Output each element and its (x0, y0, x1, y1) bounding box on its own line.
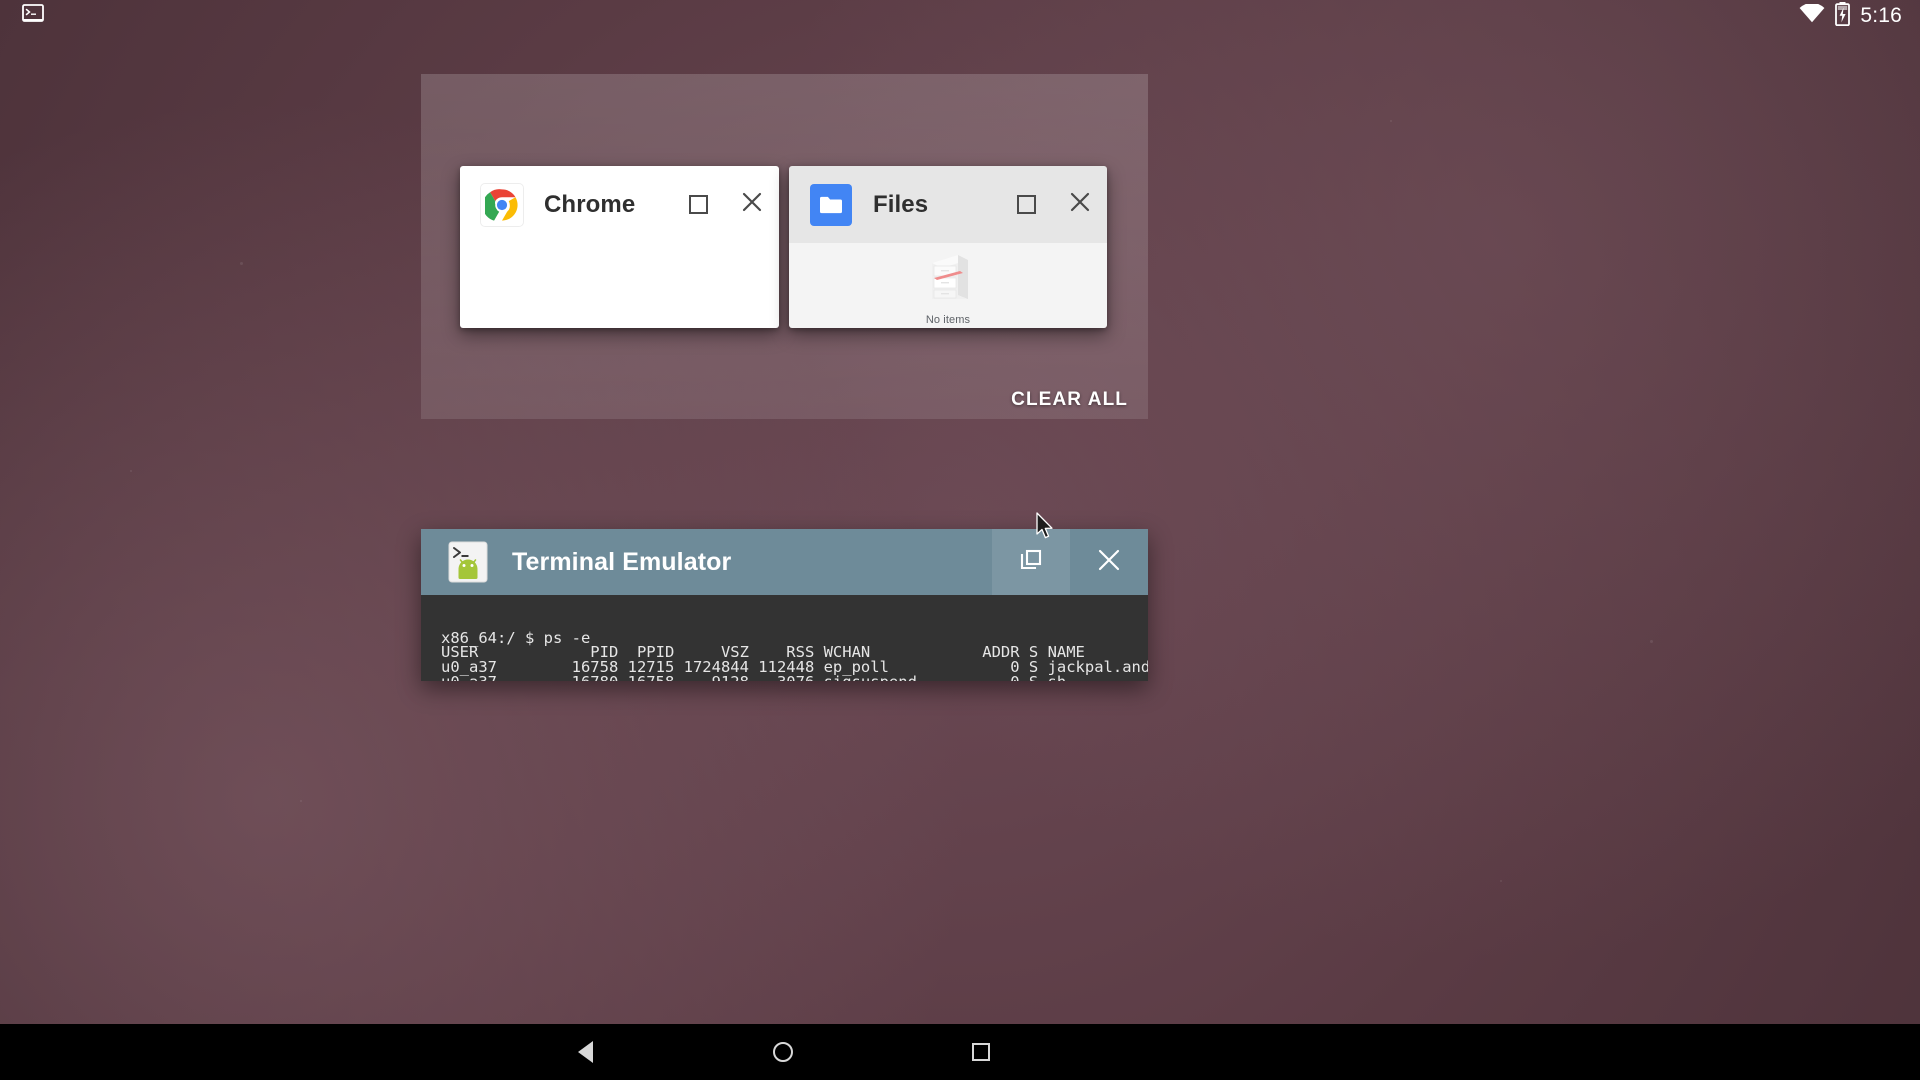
wifi-icon (1799, 2, 1825, 28)
terminal-title-bar[interactable]: Terminal Emulator (421, 529, 1148, 595)
terminal-maximize-button[interactable] (992, 529, 1070, 595)
restore-window-icon (1018, 547, 1044, 578)
empty-state-cabinet-icon (922, 249, 974, 310)
nav-recents-button[interactable] (946, 1024, 1016, 1080)
terminal-close-button[interactable] (1070, 529, 1148, 595)
close-icon (1095, 546, 1123, 579)
maximize-icon (1016, 195, 1036, 214)
task-close-button-chrome[interactable] (725, 175, 779, 235)
terminal-output-area[interactable]: x86_64:/ $ ps -e USER PID PPID VSZ RSS WC… (421, 595, 1148, 681)
android-navigation-bar (0, 1024, 1920, 1080)
recents-square-icon (972, 1043, 990, 1061)
task-card-header: Chrome (460, 166, 779, 243)
terminal-text-lines: x86_64:/ $ ps -e USER PID PPID VSZ RSS WC… (421, 630, 1148, 681)
maximize-icon (688, 195, 708, 214)
nav-back-button[interactable] (550, 1024, 620, 1080)
status-bar-clock: 5:16 (1860, 4, 1902, 27)
task-card-body-files: No items (789, 243, 1107, 328)
back-triangle-icon (577, 1041, 593, 1063)
task-card-files[interactable]: Files No items (789, 166, 1107, 328)
close-icon (1068, 190, 1092, 219)
empty-state-label: No items (925, 314, 971, 326)
terminal-emulator-window[interactable]: Terminal Emulator x86_64:/ $ ps -e USER … (421, 529, 1148, 681)
task-maximize-button-files[interactable] (999, 175, 1053, 235)
home-circle-icon (773, 1042, 793, 1062)
files-folder-icon (810, 183, 852, 226)
task-maximize-button-chrome[interactable] (671, 175, 725, 235)
battery-charging-icon (1835, 1, 1851, 31)
close-icon (740, 190, 764, 219)
task-card-title: Chrome (544, 190, 636, 218)
task-card-title: Files (873, 190, 929, 218)
chrome-icon (481, 183, 523, 226)
task-close-button-files[interactable] (1053, 175, 1107, 235)
nav-home-button[interactable] (748, 1024, 818, 1080)
status-bar: 5:16 (0, 0, 1920, 32)
task-card-header: Files (789, 166, 1107, 243)
task-card-chrome[interactable]: Chrome (460, 166, 779, 328)
android-terminal-icon (445, 539, 491, 585)
terminal-window-icon (22, 3, 44, 29)
terminal-line: u0_a37 16780 16758 9128 3076 sigsuspend … (441, 674, 1148, 681)
terminal-window-title: Terminal Emulator (512, 547, 732, 576)
clear-all-button[interactable]: CLEAR ALL (1011, 389, 1128, 411)
task-card-body-chrome (460, 243, 779, 328)
